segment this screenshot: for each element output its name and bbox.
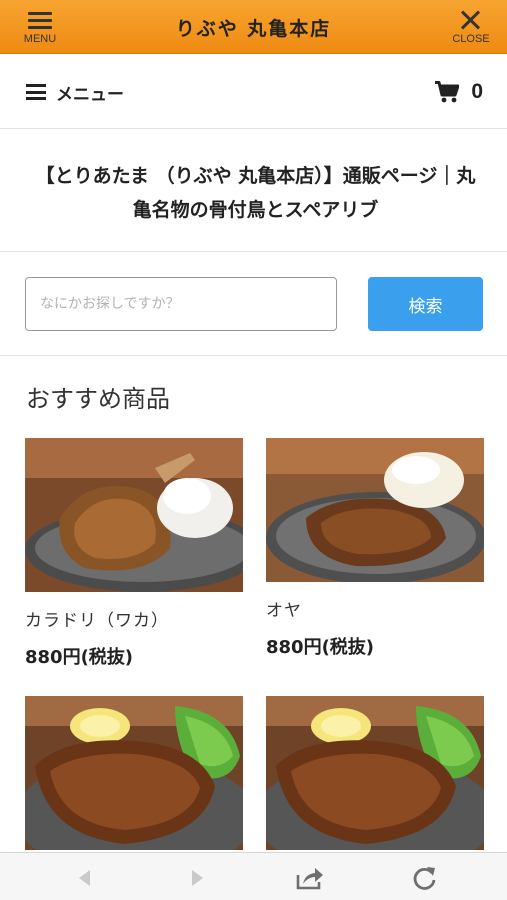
product-image[interactable] [25,438,243,592]
product-card[interactable]: カラドリ（ワカ） 880円(税抜) [25,438,243,669]
product-image[interactable] [266,696,484,850]
product-image[interactable] [266,438,484,582]
cart-button[interactable]: 0 [435,80,483,104]
product-name[interactable]: カラドリ（ワカ） [25,606,243,631]
menu-label: メニュー [56,84,124,105]
back-arrow-icon[interactable] [70,865,100,891]
cart-count: 0 [471,80,483,103]
product-card[interactable] [25,696,243,850]
search-input[interactable] [25,277,337,331]
search-button[interactable]: 検索 [368,277,483,331]
forward-arrow-icon[interactable] [182,865,212,891]
app-header: MENU りぶや 丸亀本店 CLOSE [0,0,507,54]
page-heading-section: 【とりあたま （りぶや 丸亀本店）】通販ページ｜丸亀名物の骨付鳥とスペアリブ [0,130,507,252]
share-icon[interactable] [295,865,325,891]
reload-icon[interactable] [410,865,440,891]
product-card[interactable]: オヤ 880円(税抜) [266,438,484,659]
browser-toolbar [0,852,507,900]
product-price: 880円(税抜) [25,647,134,668]
search-section: 検索 [0,253,507,356]
close-icon [459,10,483,30]
close-button[interactable]: CLOSE [441,0,501,54]
close-label: CLOSE [452,33,490,45]
product-image[interactable] [25,696,243,850]
product-price: 880円(税抜) [266,637,375,658]
recommended-title: おすすめ商品 [26,385,170,413]
shop-title[interactable]: りぶや 丸亀本店 [0,14,507,41]
product-name[interactable]: オヤ [266,596,484,621]
menu-button[interactable]: メニュー [26,81,124,105]
hamburger-icon [26,84,46,100]
product-card[interactable] [266,696,484,850]
page-title: 【とりあたま （りぶや 丸亀本店）】通販ページ｜丸亀名物の骨付鳥とスペアリブ [35,165,476,221]
cart-icon [435,81,460,103]
menu-bar: メニュー 0 [0,55,507,129]
